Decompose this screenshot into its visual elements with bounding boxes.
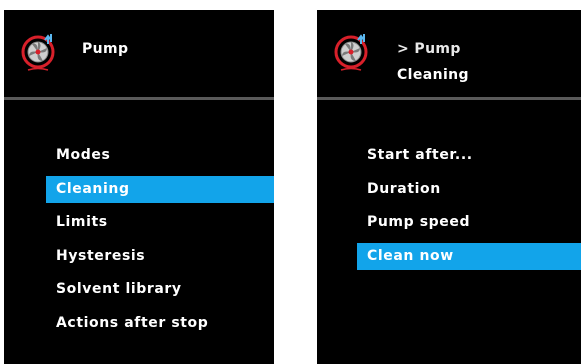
- right-screen: > Pump Cleaning Start after... Duration …: [317, 10, 581, 364]
- left-screen: Pump Modes Cleaning Limits Hysteresis So…: [4, 10, 274, 364]
- menu-item-duration[interactable]: Duration: [317, 176, 581, 203]
- right-menu: Start after... Duration Pump speed Clean…: [317, 142, 581, 276]
- pump-fan-icon: [21, 34, 55, 71]
- menu-item-actions-after-stop[interactable]: Actions after stop: [4, 310, 274, 337]
- right-header: > Pump Cleaning: [317, 10, 581, 98]
- page-title: Pump: [82, 41, 129, 57]
- left-header: Pump: [4, 10, 274, 98]
- menu-item-start-after[interactable]: Start after...: [317, 142, 581, 169]
- pump-fan-icon: [334, 34, 368, 71]
- menu-item-limits[interactable]: Limits: [4, 209, 274, 236]
- page-title: Cleaning: [397, 67, 469, 83]
- menu-item-solvent-library[interactable]: Solvent library: [4, 276, 274, 303]
- header-divider: [317, 97, 581, 100]
- menu-item-clean-now[interactable]: Clean now: [357, 242, 581, 270]
- menu-item-cleaning[interactable]: Cleaning: [46, 175, 274, 203]
- left-menu: Modes Cleaning Limits Hysteresis Solvent…: [4, 142, 274, 344]
- breadcrumb: > Pump: [397, 41, 461, 57]
- menu-item-hysteresis[interactable]: Hysteresis: [4, 243, 274, 270]
- header-divider: [4, 97, 274, 100]
- menu-item-modes[interactable]: Modes: [4, 142, 274, 169]
- menu-item-pump-speed[interactable]: Pump speed: [317, 209, 581, 236]
